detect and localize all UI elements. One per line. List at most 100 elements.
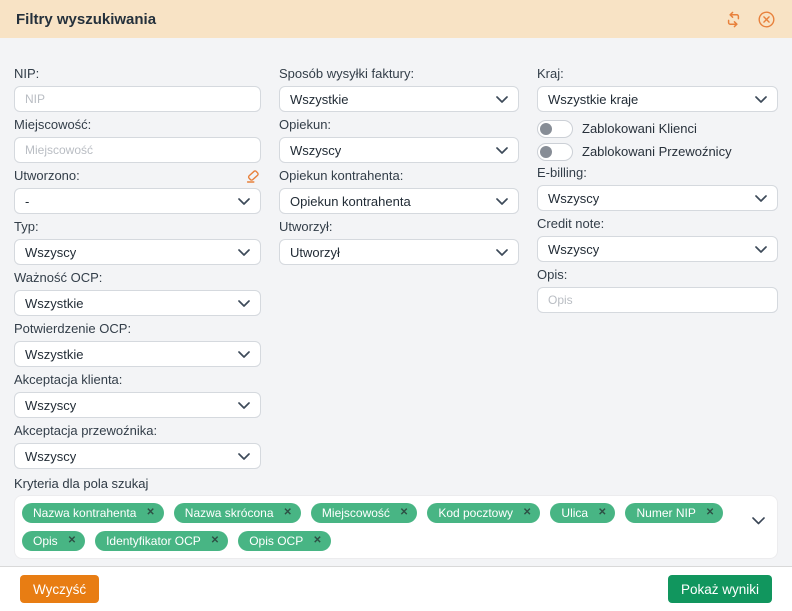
chevron-down-icon xyxy=(238,249,250,256)
akceptacja-klienta-select[interactable]: Wszyscy xyxy=(14,392,261,418)
tag-remove-icon[interactable]: ✕ xyxy=(400,508,408,518)
credit-note-label: Credit note: xyxy=(537,216,604,232)
field-kraj: Kraj: Wszystkie kraje xyxy=(537,66,778,112)
tag-remove-icon[interactable]: ✕ xyxy=(706,508,714,518)
potwierdzenie-ocp-label: Potwierdzenie OCP: xyxy=(14,321,131,337)
waznosc-ocp-select[interactable]: Wszystkie xyxy=(14,290,261,316)
chevron-down-icon xyxy=(238,198,250,205)
akceptacja-przewoznika-select[interactable]: Wszyscy xyxy=(14,443,261,469)
field-label-row: NIP: xyxy=(14,66,261,82)
field-miejscowosc: Miejscowość: xyxy=(14,117,261,163)
selected-value: Opiekun kontrahenta xyxy=(290,194,411,209)
selected-value: Wszystkie xyxy=(25,347,84,362)
tag-label: Opis xyxy=(33,534,58,548)
chevron-down-icon xyxy=(755,246,767,253)
zablokowani-klienci-toggle[interactable] xyxy=(537,120,573,138)
selected-value: Wszystkie kraje xyxy=(548,92,638,107)
selected-value: Wszyscy xyxy=(25,245,76,260)
filters-column-right: Kraj: Wszystkie kraje Zablokowani KlienciZ… xyxy=(537,66,778,318)
show-results-button[interactable]: Pokaż wyniki xyxy=(668,575,772,603)
e-billing-select[interactable]: Wszyscy xyxy=(537,185,778,211)
selected-value: Utworzył xyxy=(290,245,340,260)
opis-label: Opis: xyxy=(537,267,567,283)
potwierdzenie-ocp-select[interactable]: Wszystkie xyxy=(14,341,261,367)
swap-icon[interactable] xyxy=(724,10,743,29)
tag-remove-icon[interactable]: ✕ xyxy=(284,508,292,518)
field-label-row: Utworzył: xyxy=(279,219,519,235)
sposob-wysylki-faktury-select[interactable]: Wszystkie xyxy=(279,86,519,112)
field-utworzono: Utworzono:- xyxy=(14,168,261,214)
chevron-down-icon xyxy=(238,300,250,307)
toggle-row: Zablokowani Klienci xyxy=(537,117,778,140)
field-credit-note: Credit note: Wszyscy xyxy=(537,216,778,262)
clear-button[interactable]: Wyczyść xyxy=(20,575,99,603)
filters-column-left: NIP: Miejscowość: Utworzono:- Typ:Wszyscy Wa… xyxy=(14,66,261,474)
header-actions xyxy=(724,10,776,29)
akceptacja-klienta-label: Akceptacja klienta: xyxy=(14,372,122,388)
criteria-label: Kryteria dla pola szukaj xyxy=(14,476,778,491)
opiekun-select[interactable]: Wszyscy xyxy=(279,137,519,163)
field-label-row: Opiekun: xyxy=(279,117,519,133)
field-akceptacja-przewoznika: Akceptacja przewoźnika: Wszyscy xyxy=(14,423,261,469)
filters-column-middle: Sposób wysyłki faktury: Wszystkie Opiekun:… xyxy=(279,66,519,270)
field-opis: Opis: xyxy=(537,267,778,313)
selected-value: Wszystkie xyxy=(25,296,84,311)
tag-remove-icon[interactable]: ✕ xyxy=(523,508,531,518)
field-typ: Typ:Wszyscy xyxy=(14,219,261,265)
blocked-toggles-group: Zablokowani KlienciZablokowani Przewoźni… xyxy=(537,117,778,163)
opiekun-kontrahenta-label: Opiekun kontrahenta: xyxy=(279,168,403,184)
field-label-row: Opis: xyxy=(537,267,778,283)
sposob-wysylki-faktury-label: Sposób wysyłki faktury: xyxy=(279,66,414,82)
nip-label: NIP: xyxy=(14,66,39,82)
field-label-row: Opiekun kontrahenta: xyxy=(279,168,519,184)
tag-remove-icon[interactable]: ✕ xyxy=(68,536,76,546)
tag-remove-icon[interactable]: ✕ xyxy=(598,508,606,518)
selected-value: Wszyscy xyxy=(548,242,599,257)
e-billing-label: E-billing: xyxy=(537,165,587,181)
tag-label: Nazwa kontrahenta xyxy=(33,506,136,520)
chevron-down-icon xyxy=(496,147,508,154)
criteria-tag: Kod pocztowy ✕ xyxy=(427,503,540,523)
panel-header: Filtry wyszukiwania xyxy=(0,0,792,38)
chevron-down-icon xyxy=(238,453,250,460)
criteria-tag: Opis OCP✕ xyxy=(238,531,330,551)
eraser-icon[interactable] xyxy=(244,168,261,185)
zablokowani-przewoznicy-toggle[interactable] xyxy=(537,143,573,161)
utworzyl-label: Utworzył: xyxy=(279,219,332,235)
selected-value: - xyxy=(25,194,29,209)
criteria-tag: Numer NIP✕ xyxy=(625,503,723,523)
criteria-tags-box: Nazwa kontrahenta✕Nazwa skrócona✕Miejsco… xyxy=(14,495,778,559)
field-label-row: Credit note: xyxy=(537,216,778,232)
miejscowosc-input[interactable] xyxy=(14,137,261,163)
tag-remove-icon[interactable]: ✕ xyxy=(211,536,219,546)
nip-input[interactable] xyxy=(14,86,261,112)
utworzyl-select[interactable]: Utworzył xyxy=(279,239,519,265)
criteria-tag: Nazwa kontrahenta ✕ xyxy=(22,503,164,523)
credit-note-select[interactable]: Wszyscy xyxy=(537,236,778,262)
tag-label: Kod pocztowy xyxy=(438,506,513,520)
field-potwierdzenie-ocp: Potwierdzenie OCP: Wszystkie xyxy=(14,321,261,367)
chevron-down-icon[interactable] xyxy=(752,517,765,525)
tag-label: Nazwa skrócona xyxy=(185,506,274,520)
criteria-tag: Ulica✕ xyxy=(550,503,615,523)
opiekun-kontrahenta-select[interactable]: Opiekun kontrahenta xyxy=(279,188,519,214)
tag-list: Nazwa kontrahenta✕Nazwa skrócona✕Miejsco… xyxy=(22,503,743,551)
tag-remove-icon[interactable]: ✕ xyxy=(313,536,321,546)
kraj-label: Kraj: xyxy=(537,66,564,82)
field-label-row: Akceptacja przewoźnika: xyxy=(14,423,261,439)
opis-input[interactable] xyxy=(537,287,778,313)
chevron-down-icon xyxy=(496,198,508,205)
filters-form: NIP: Miejscowość: Utworzono:- Typ:Wszyscy Wa… xyxy=(0,38,792,474)
tag-remove-icon[interactable]: ✕ xyxy=(146,508,154,518)
close-icon[interactable] xyxy=(757,10,776,29)
criteria-tag: Miejscowość✕ xyxy=(311,503,417,523)
field-sposob-wysylki-faktury: Sposób wysyłki faktury: Wszystkie xyxy=(279,66,519,112)
field-label-row: Akceptacja klienta: xyxy=(14,372,261,388)
field-label-row: Sposób wysyłki faktury: xyxy=(279,66,519,82)
kraj-select[interactable]: Wszystkie kraje xyxy=(537,86,778,112)
waznosc-ocp-label: Ważność OCP: xyxy=(14,270,102,286)
chevron-down-icon xyxy=(755,195,767,202)
utworzono-select[interactable]: - xyxy=(14,188,261,214)
chevron-down-icon xyxy=(496,249,508,256)
typ-select[interactable]: Wszyscy xyxy=(14,239,261,265)
